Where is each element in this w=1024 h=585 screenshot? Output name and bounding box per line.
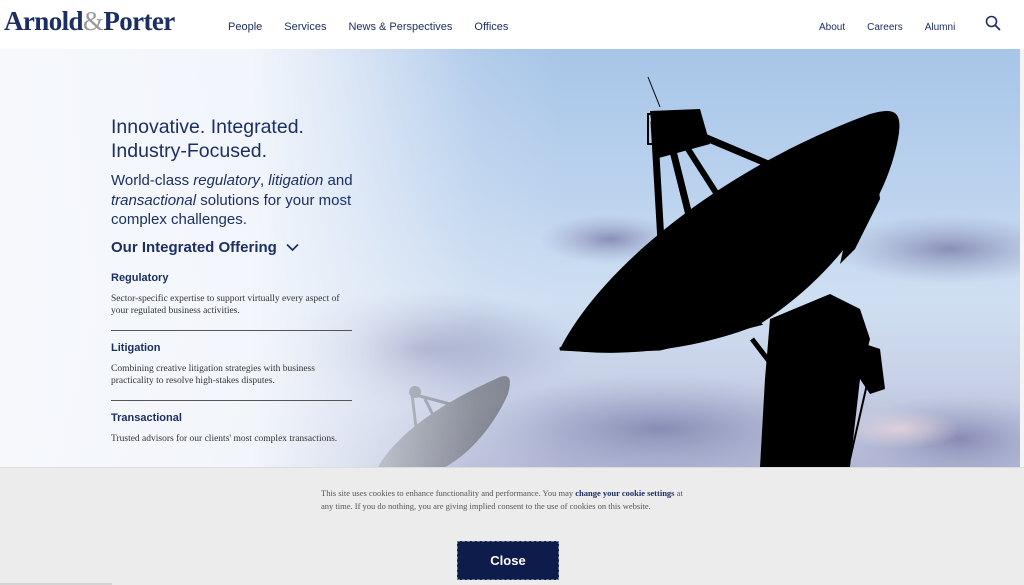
headline-line-1: Innovative. Integrated. — [111, 116, 304, 138]
offering-description: Trusted advisors for our clients' most c… — [111, 433, 338, 444]
hero-headline: Innovative. Integrated. Industry-Focused… — [111, 115, 361, 163]
close-button[interactable]: Close — [457, 541, 559, 580]
offering-toggle-label: Our Integrated Offering — [111, 238, 277, 256]
cookie-message: This site uses cookies to enhance functi… — [321, 487, 686, 512]
hero-content: Innovative. Integrated. Industry-Focused… — [111, 115, 361, 445]
cookie-settings-link[interactable]: change your cookie settings — [575, 488, 674, 498]
nav-offices[interactable]: Offices — [474, 21, 508, 33]
utility-nav: About Careers Alumni — [819, 22, 977, 33]
offering-litigation: Litigation Combining creative litigation… — [111, 331, 352, 401]
nav-about[interactable]: About — [819, 22, 845, 33]
subhead-text: World-class — [111, 172, 194, 189]
search-button[interactable] — [985, 15, 1001, 31]
subhead-emphasis: litigation — [268, 172, 324, 189]
integrated-offering-toggle[interactable]: Our Integrated Offering — [111, 239, 361, 256]
cookie-text: This site uses cookies to enhance functi… — [321, 488, 576, 498]
main-nav: People Services News & Perspectives Offi… — [228, 21, 530, 33]
search-icon — [985, 15, 1001, 31]
offering-description: Combining creative litigation strategies… — [111, 363, 315, 387]
offering-transactional: Transactional Trusted advisors for our c… — [111, 401, 352, 446]
hero-subhead: World-class regulatory, litigation and t… — [111, 171, 361, 230]
offering-title-regulatory[interactable]: Regulatory — [111, 272, 352, 284]
nav-alumni[interactable]: Alumni — [925, 22, 956, 33]
subhead-emphasis: transactional — [111, 191, 197, 209]
logo-ampersand: & — [82, 6, 104, 36]
site-header: Arnold&Porter People Services News & Per… — [0, 0, 1024, 49]
offering-description: Sector-specific expertise to support vir… — [111, 293, 340, 317]
page-edge — [1020, 49, 1024, 467]
hero-section: Innovative. Integrated. Industry-Focused… — [0, 49, 1020, 467]
logo-text-porter: Porter — [103, 6, 175, 36]
offering-title-litigation[interactable]: Litigation — [111, 342, 352, 354]
nav-people[interactable]: People — [228, 21, 262, 33]
chevron-down-icon — [286, 243, 299, 251]
logo[interactable]: Arnold&Porter — [4, 6, 175, 37]
subhead-emphasis: regulatory — [193, 172, 260, 189]
offering-regulatory: Regulatory Sector-specific expertise to … — [111, 272, 352, 331]
nav-news-perspectives[interactable]: News & Perspectives — [348, 21, 452, 33]
nav-services[interactable]: Services — [284, 21, 326, 33]
cookie-banner: This site uses cookies to enhance functi… — [0, 467, 1024, 585]
nav-careers[interactable]: Careers — [867, 22, 903, 33]
subhead-text: and — [323, 172, 353, 189]
offering-title-transactional[interactable]: Transactional — [111, 412, 352, 424]
cloud — [840, 409, 960, 449]
logo-text-arnold: Arnold — [4, 6, 84, 36]
headline-line-2: Industry-Focused. — [111, 140, 268, 162]
